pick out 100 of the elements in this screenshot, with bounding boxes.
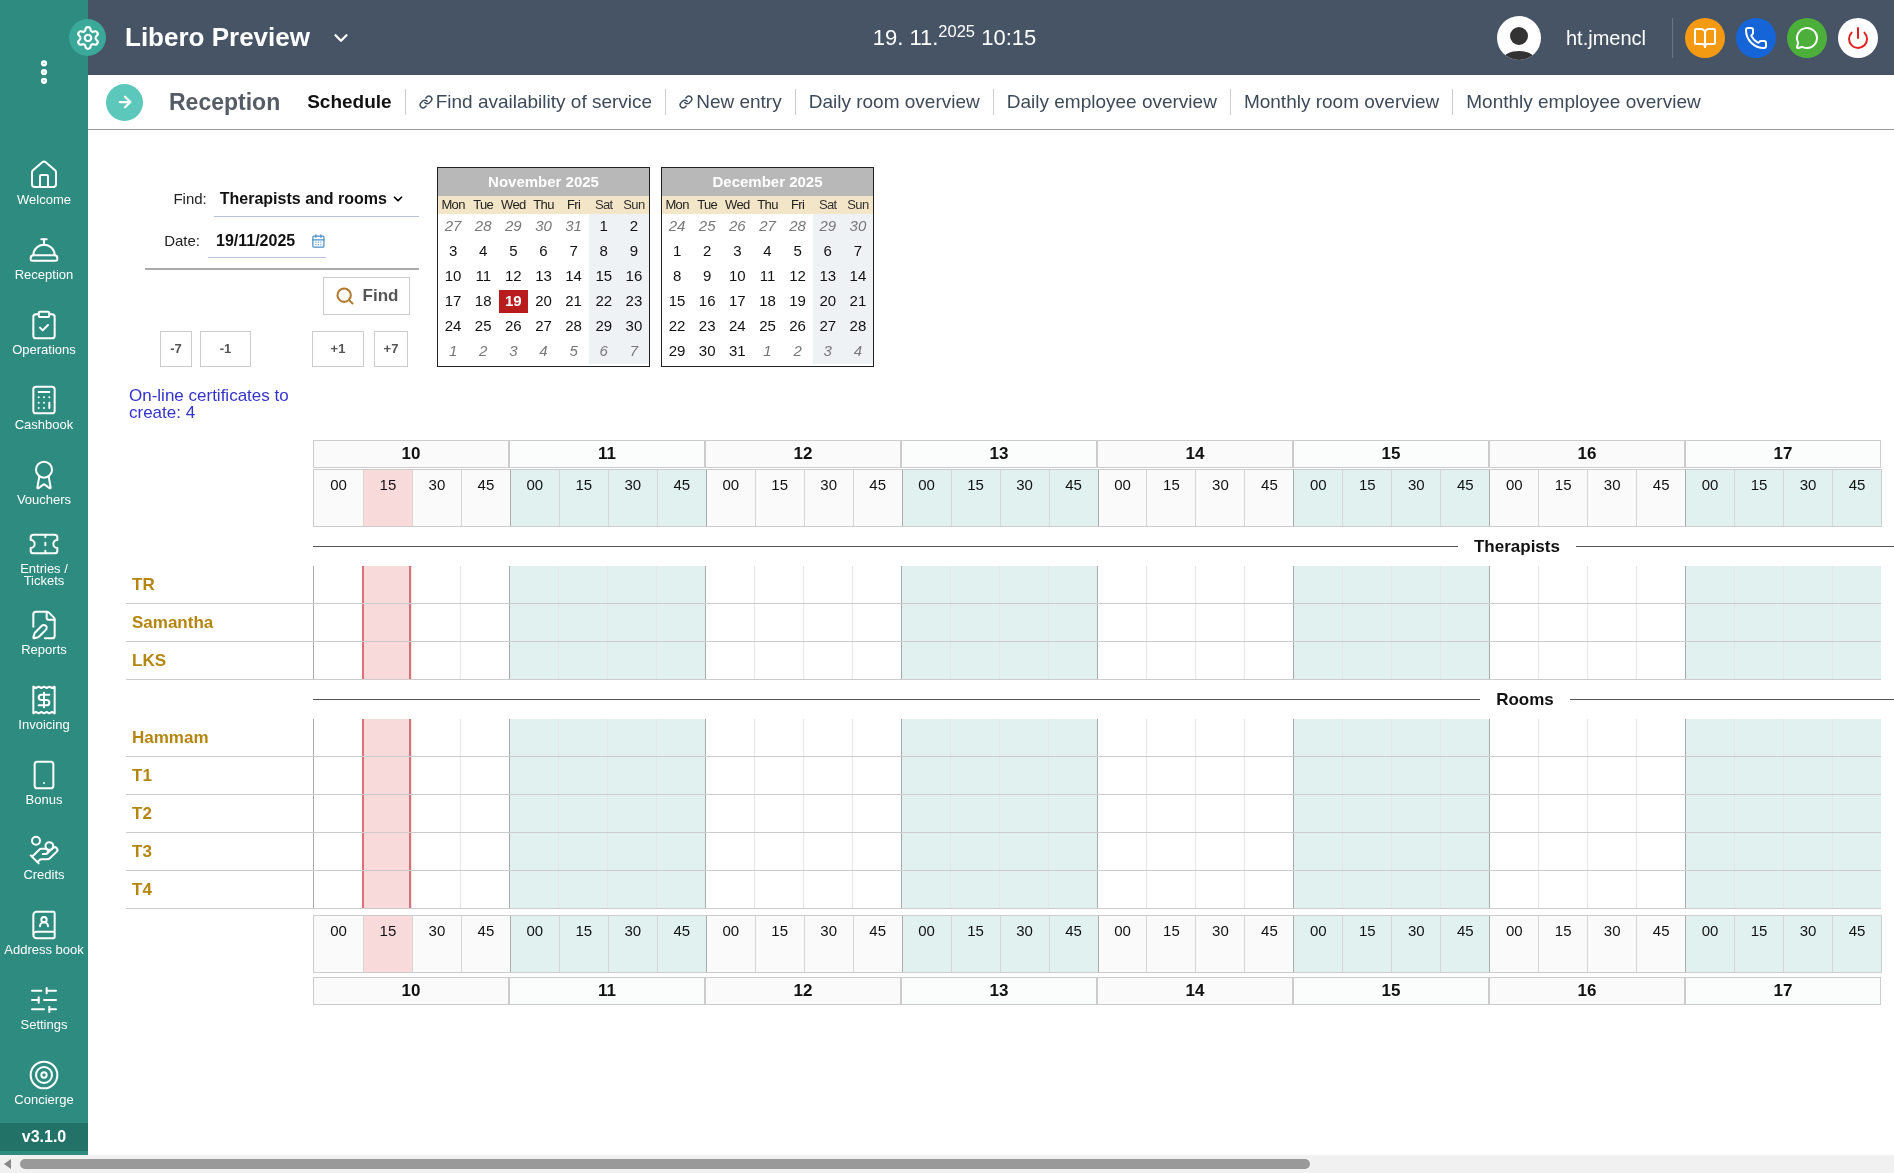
time-slot[interactable] <box>509 642 558 679</box>
time-slot[interactable] <box>362 795 411 832</box>
time-slot[interactable] <box>509 719 558 756</box>
calendar-day[interactable]: 19 <box>498 290 528 313</box>
calendar-icon[interactable] <box>311 232 326 249</box>
time-slot[interactable] <box>509 871 558 908</box>
book-icon <box>1693 25 1717 50</box>
time-slot[interactable] <box>362 871 411 908</box>
step-button[interactable]: +7 <box>374 331 408 367</box>
sidebar-item[interactable]: Credits <box>0 820 88 895</box>
forward-button[interactable] <box>106 83 143 121</box>
sidebar-item[interactable]: Reports <box>0 595 88 670</box>
section-title: Reception <box>169 87 281 117</box>
minute-header: 00 <box>1489 470 1539 526</box>
time-slot[interactable] <box>1685 871 1734 908</box>
hour-header: 12 <box>705 977 901 1005</box>
step-button[interactable]: -7 <box>160 331 192 367</box>
time-slot[interactable] <box>901 757 950 794</box>
nav-tab[interactable]: Find availability of service <box>405 87 666 117</box>
sidebar-item[interactable]: Entries / Tickets <box>0 520 88 595</box>
weekday-label: Thu <box>756 196 779 214</box>
minute-header: 30 <box>1783 470 1833 526</box>
time-slot[interactable] <box>1293 566 1342 603</box>
step-button[interactable]: +1 <box>312 331 364 367</box>
time-slot[interactable] <box>509 604 558 641</box>
time-slot[interactable] <box>362 604 411 641</box>
minute-header: 00 <box>509 916 559 972</box>
time-slot[interactable] <box>362 719 411 756</box>
round-button[interactable] <box>1787 17 1827 58</box>
time-slot[interactable] <box>901 795 950 832</box>
nav-tab[interactable]: Daily employee overview <box>993 87 1230 117</box>
hour-header: 13 <box>901 440 1097 468</box>
round-button[interactable] <box>1838 17 1878 58</box>
time-slot[interactable] <box>901 604 950 641</box>
left-arrow-icon[interactable] <box>4 1159 12 1169</box>
sidebar-item[interactable]: Cashbook <box>0 370 88 445</box>
time-slot[interactable] <box>1293 642 1342 679</box>
time-slot[interactable] <box>362 833 411 870</box>
time-slot[interactable] <box>362 642 411 679</box>
find-button[interactable]: Find <box>323 277 410 315</box>
nav-tab[interactable]: New entry <box>666 87 795 117</box>
nav-tab[interactable]: Monthly employee overview <box>1453 87 1714 117</box>
time-slot[interactable] <box>901 833 950 870</box>
minute-header: 45 <box>852 916 902 972</box>
time-slot[interactable] <box>1685 642 1734 679</box>
time-slot[interactable] <box>1293 719 1342 756</box>
time-slot[interactable] <box>901 642 950 679</box>
time-slot[interactable] <box>1685 757 1734 794</box>
sidebar-item[interactable]: Vouchers <box>0 445 88 520</box>
minute-header: 15 <box>950 470 1000 526</box>
time-slot[interactable] <box>1293 757 1342 794</box>
time-slot[interactable] <box>1293 795 1342 832</box>
nav-tab[interactable]: Monthly room overview <box>1230 87 1453 117</box>
time-slot[interactable] <box>1685 719 1734 756</box>
time-slot[interactable] <box>362 757 411 794</box>
time-slot[interactable] <box>509 833 558 870</box>
round-button[interactable] <box>1736 17 1776 58</box>
time-slot[interactable] <box>1685 833 1734 870</box>
minute-header: 30 <box>999 470 1049 526</box>
sidebar-item[interactable]: Welcome <box>0 145 88 220</box>
sidebar-item[interactable]: Concierge <box>0 1045 88 1120</box>
time-slot[interactable] <box>1685 566 1734 603</box>
minute-header: 45 <box>852 470 902 526</box>
power-icon <box>1846 25 1870 50</box>
minute-header: 30 <box>411 916 461 972</box>
minute-header: 15 <box>1734 916 1784 972</box>
minute-header: 45 <box>1244 470 1294 526</box>
time-slot[interactable] <box>509 757 558 794</box>
step-button[interactable]: -1 <box>200 331 251 367</box>
time-slot[interactable] <box>901 566 950 603</box>
sidebar-item[interactable]: Bonus <box>0 745 88 820</box>
chat-icon <box>1795 25 1819 50</box>
sidebar-item[interactable]: Address book <box>0 895 88 970</box>
minute-header: 30 <box>607 916 657 972</box>
minute-header: 30 <box>803 916 853 972</box>
sidebar-item[interactable]: Invoicing <box>0 670 88 745</box>
time-slot[interactable] <box>362 566 411 603</box>
time-slot[interactable] <box>901 719 950 756</box>
scrollbar-thumb[interactable] <box>20 1159 1310 1169</box>
time-slot[interactable] <box>509 795 558 832</box>
round-button[interactable] <box>1685 17 1725 58</box>
nav-tab[interactable]: Daily room overview <box>795 87 993 117</box>
find-dropdown[interactable]: Therapists and rooms <box>213 181 419 217</box>
time-slot[interactable] <box>1293 871 1342 908</box>
nav-tab[interactable]: Schedule <box>294 87 405 117</box>
time-slot[interactable] <box>509 566 558 603</box>
certificates-link[interactable]: On-line certificates to create: 4 <box>129 387 329 421</box>
sidebar-item[interactable]: Settings <box>0 970 88 1045</box>
time-slot[interactable] <box>1293 604 1342 641</box>
time-slot[interactable] <box>1685 604 1734 641</box>
minute-header: 00 <box>705 470 755 526</box>
horizontal-scrollbar[interactable] <box>0 1155 1894 1173</box>
sidebar-item[interactable]: Operations <box>0 295 88 370</box>
hour-header: 17 <box>1685 977 1881 1005</box>
time-slot[interactable] <box>1685 795 1734 832</box>
date-field[interactable]: 19/11/2025 <box>208 224 326 258</box>
time-slot[interactable] <box>1293 833 1342 870</box>
time-slot[interactable] <box>901 871 950 908</box>
sidebar-item[interactable]: Reception <box>0 220 88 295</box>
user-name[interactable]: ht.jmencl <box>1565 22 1646 53</box>
